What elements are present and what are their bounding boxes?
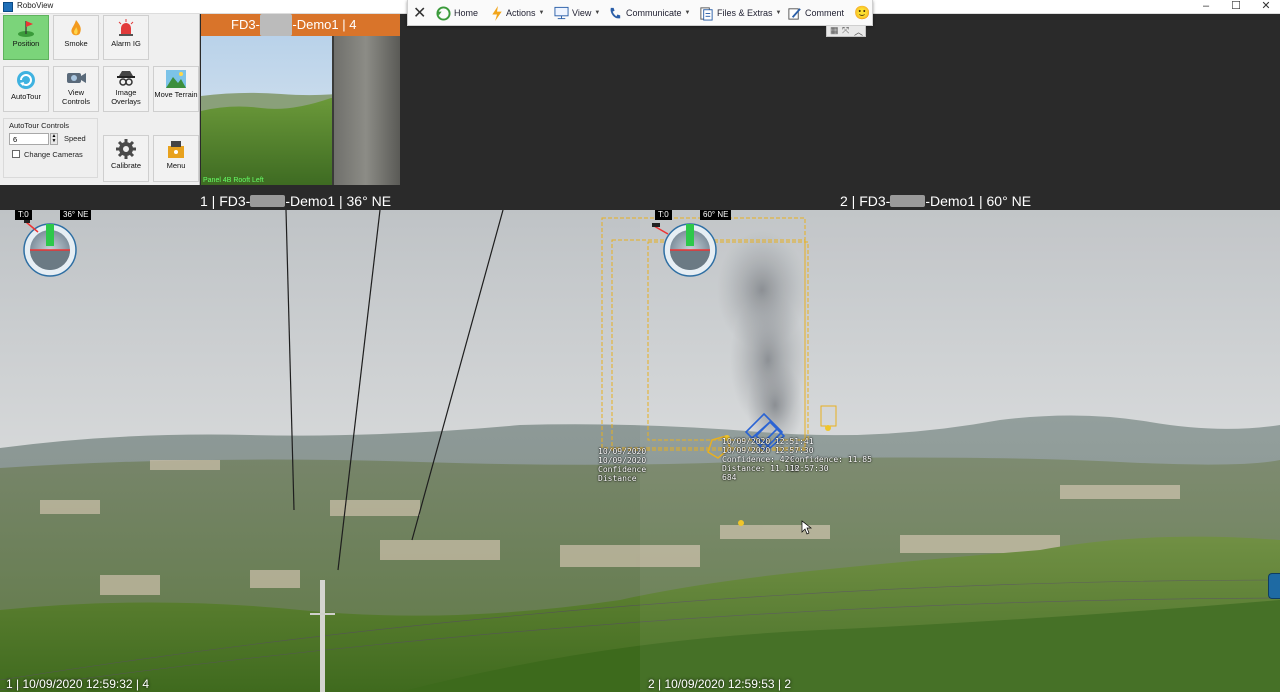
camera-1-label: 1 | FD3-xxxxx-Demo1 | 36° NE (200, 192, 391, 210)
change-cameras-checkbox[interactable] (12, 150, 20, 158)
menu-button[interactable]: Menu (153, 135, 199, 182)
image-overlays-button[interactable]: Image Overlays (103, 66, 149, 112)
toolbar-sub-controls: ▦ ⤧ ︿ (826, 25, 866, 38)
window-title: RoboView (17, 1, 54, 10)
collapse-button[interactable]: ︿ (854, 25, 863, 38)
close-window-button[interactable]: ✕ (1251, 0, 1280, 14)
spy-icon (117, 71, 135, 86)
camera-2-label-prefix: 2 | FD3- (840, 193, 891, 209)
chevron-down-icon: ▼ (594, 10, 601, 16)
main-toolbar: ✕ Home Actions ▼ View ▼ Communicate ▼ Files… (407, 0, 873, 26)
preview-overlay-text: Panel 4B Rooft Left (203, 177, 264, 184)
home-label: Home (454, 8, 479, 18)
landscape-icon (166, 70, 186, 88)
autotour-header: AutoTour Controls (9, 121, 70, 130)
files-extras-label: Files & Extras (717, 8, 773, 18)
app-icon (3, 2, 13, 12)
speed-label: Speed (64, 134, 86, 143)
expand-button[interactable]: ⤧ (842, 25, 849, 36)
preview-redacted: xxxxx (259, 14, 293, 36)
menu-label: Menu (166, 161, 186, 170)
autotour-label: AutoTour (10, 92, 42, 101)
calibrate-button[interactable]: Calibrate (103, 135, 149, 182)
move-terrain-button[interactable]: Move Terrain (153, 66, 199, 112)
camera-1-timestamp: 1 | 10/09/2020 12:59:32 | 4 (6, 677, 150, 691)
view-controls-label: View Controls (62, 88, 90, 106)
gear-icon (116, 139, 136, 159)
control-panel: Position Smoke Alarm IG AutoTour View Co… (0, 14, 200, 185)
camera-1-tilt-tag: T:0 (15, 210, 32, 220)
actions-menu[interactable]: Actions ▼ (491, 0, 544, 26)
flame-icon (71, 20, 81, 36)
view-menu[interactable]: View ▼ (554, 0, 600, 26)
move-terrain-label: Move Terrain (154, 90, 198, 99)
grid-toggle-button[interactable]: ▦ (830, 25, 839, 36)
position-button[interactable]: Position (3, 15, 49, 60)
camera-2-label-suffix: -Demo1 | 60° NE (925, 193, 1032, 209)
speed-stepper[interactable]: ▲ ▼ (50, 133, 58, 145)
preview-image (201, 36, 400, 185)
position-label: Position (12, 39, 40, 48)
refresh-icon (17, 71, 35, 89)
chevron-down-icon: ▼ (775, 10, 782, 16)
camera-1-label-prefix: 1 | FD3- (200, 193, 251, 209)
camera-icon (67, 73, 86, 83)
side-panel-handle[interactable] (1268, 573, 1280, 599)
camera-1-heading-tag: 36° NE (60, 210, 92, 220)
chevron-down-icon: ▼ (538, 10, 545, 16)
monitor-icon (554, 6, 569, 20)
autotour-controls: AutoTour Controls 6 ▲ ▼ Speed Change Came… (3, 118, 98, 178)
preview-title-prefix: FD3- (231, 17, 260, 32)
alarm-ig-button[interactable]: Alarm IG (103, 15, 149, 60)
camera-preview[interactable]: FD3-xxxxx-Demo1 | 4 Panel 4B Rooft Left (201, 14, 400, 185)
camera-2-redacted: xxxxx (890, 195, 926, 208)
autotour-button[interactable]: AutoTour (3, 66, 49, 112)
communicate-menu[interactable]: Communicate ▼ (608, 0, 690, 26)
alarm-ig-label: Alarm IG (111, 39, 141, 48)
home-icon (436, 5, 451, 21)
detection-info-3: Confidence: 11.85 12:57:30 (790, 455, 872, 473)
comment-label: Comment (805, 8, 845, 18)
lightning-icon (492, 5, 502, 21)
menu-icon (168, 141, 184, 158)
files-icon (700, 6, 713, 21)
camera-1-label-suffix: -Demo1 | 36° NE (285, 193, 392, 209)
camera-2-tilt-tag: T:0 (655, 210, 672, 220)
phone-icon (610, 7, 621, 18)
smoke-label: Smoke (64, 39, 88, 48)
communicate-label: Communicate (626, 8, 682, 18)
golf-flag-icon (18, 21, 34, 37)
siren-icon (118, 19, 134, 36)
change-cameras-label: Change Cameras (24, 150, 83, 159)
comment-button[interactable]: Comment (787, 0, 844, 26)
preview-header: FD3-xxxxx-Demo1 | 4 (201, 14, 400, 36)
detection-info-1: 10/09/2020 10/09/2020 Confidence Distance (598, 447, 647, 483)
chevron-down-icon: ▼ (684, 10, 691, 16)
camera-2-heading-tag: 60° NE (700, 210, 732, 220)
smiley-button[interactable]: 🙂 (854, 0, 870, 26)
camera-2-timestamp: 2 | 10/09/2020 12:59:53 | 2 (648, 677, 792, 691)
view-controls-button[interactable]: View Controls (53, 66, 99, 112)
pen-icon (788, 7, 801, 20)
camera-1-redacted: xxxxx (250, 195, 286, 208)
camera-panorama-view[interactable]: T:0 36° NE T:0 60° NE 10/09/2020 10/09/20… (0, 210, 1280, 692)
files-extras-menu[interactable]: Files & Extras ▼ (699, 0, 781, 26)
speed-input[interactable]: 6 (9, 133, 49, 145)
actions-label: Actions (506, 8, 536, 18)
camera-2-label: 2 | FD3-xxxxx-Demo1 | 60° NE (840, 192, 1031, 210)
smoke-button[interactable]: Smoke (53, 15, 99, 60)
calibrate-label: Calibrate (110, 161, 141, 170)
maximize-button[interactable]: ☐ (1221, 0, 1251, 14)
toolbar-close-button[interactable]: ✕ (413, 0, 426, 26)
preview-title-suffix: -Demo1 | 4 (292, 17, 357, 32)
minimize-button[interactable]: – (1191, 0, 1221, 14)
view-label: View (572, 8, 592, 18)
home-button[interactable]: Home (436, 0, 478, 26)
image-overlays-label: Image Overlays (111, 88, 141, 106)
roboview-app: RoboView – ☐ ✕ Position Smoke Alarm IG A… (0, 0, 1280, 692)
